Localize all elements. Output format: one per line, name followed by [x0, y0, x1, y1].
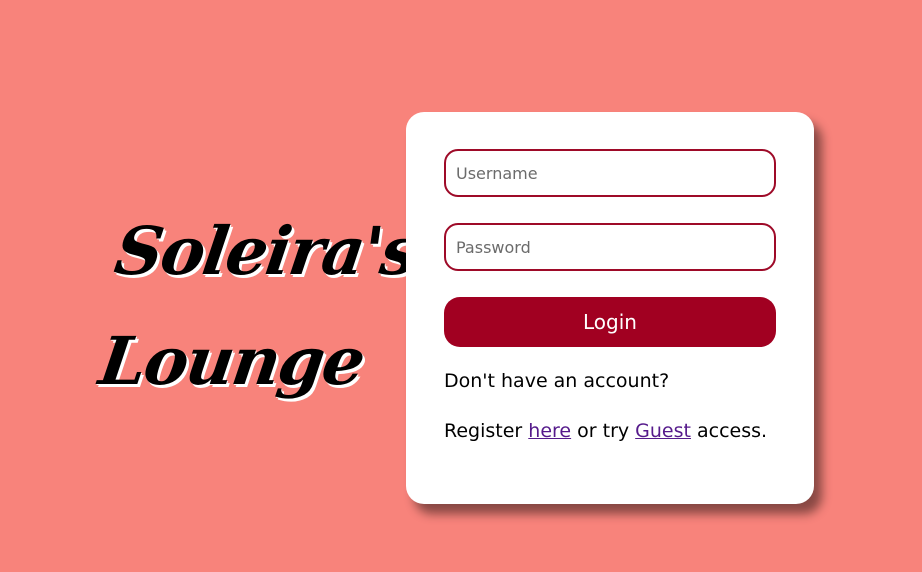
login-card: Login Don't have an account? Register he… — [406, 112, 814, 504]
register-prefix: Register — [444, 420, 529, 442]
site-logo: Soleira's Lounge — [93, 196, 422, 416]
login-button[interactable]: Login — [444, 297, 776, 347]
register-text: Register here or try Guest access. — [444, 420, 767, 442]
logo-line-2: Lounge — [94, 322, 369, 400]
logo-line-1: Soleira's — [110, 212, 422, 290]
no-account-text: Don't have an account? — [444, 370, 670, 392]
register-suffix: access. — [690, 420, 768, 442]
username-input[interactable] — [444, 149, 776, 197]
guest-link[interactable]: Guest — [635, 420, 691, 442]
register-link[interactable]: here — [528, 420, 571, 442]
register-middle: or try — [571, 420, 636, 442]
password-input[interactable] — [444, 223, 776, 271]
